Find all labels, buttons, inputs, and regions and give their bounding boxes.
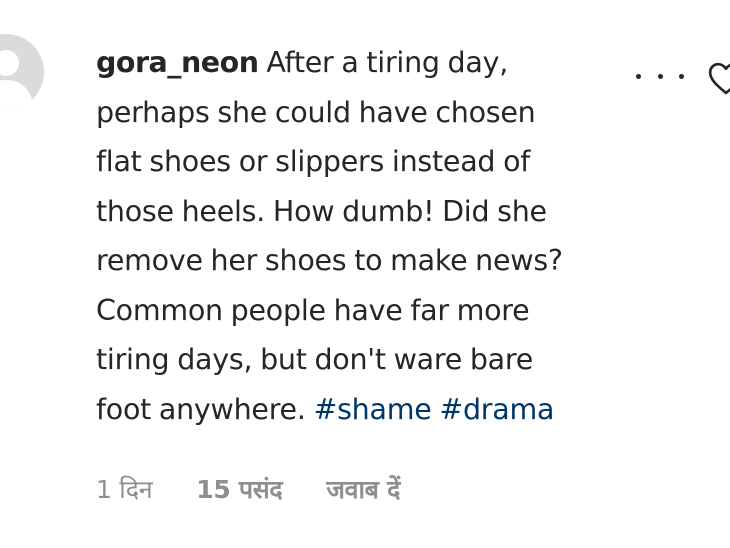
username-link[interactable]: gora_neon	[96, 46, 259, 79]
comment-line: those heels. How dumb! Did she	[96, 194, 547, 228]
hashtag-drama-link[interactable]: #drama	[439, 393, 554, 426]
comment-line: perhaps she could have chosen	[96, 95, 536, 129]
comment-body: gora_neon After a tiring day, perhaps sh…	[96, 38, 656, 434]
comment-line-text: After a tiring day,	[266, 46, 509, 79]
hashtag-shame-link[interactable]: #shame	[313, 393, 431, 426]
comment-line: tiring days, but don't ware bare	[96, 343, 534, 376]
comment-line: flat shoes or slippers instead of	[96, 145, 531, 178]
comment-line-text: foot anywhere.	[96, 392, 306, 426]
more-options-icon	[636, 73, 641, 79]
comment-meta: 1 दिन 15 पसंद जवाब दें	[96, 472, 400, 506]
comment-line: remove her shoes to make news?	[96, 244, 563, 277]
heart-outline-icon	[708, 62, 730, 95]
reply-button[interactable]: जवाब दें	[326, 472, 400, 506]
comment-line: gora_neon After a tiring day,	[96, 38, 656, 88]
more-options-icon	[657, 73, 663, 79]
timestamp[interactable]: 1 दिन	[96, 472, 153, 506]
avatar[interactable]	[0, 34, 44, 110]
comment-line: foot anywhere. #shame #drama	[96, 385, 656, 435]
default-avatar-icon	[0, 50, 34, 110]
likes-count-button[interactable]: 15 पसंद	[196, 472, 282, 506]
more-options-button[interactable]	[636, 62, 684, 90]
comment-line: Common people have far more	[96, 293, 530, 327]
more-options-icon	[679, 73, 684, 79]
comment-text: gora_neon After a tiring day, perhaps sh…	[96, 38, 656, 434]
like-button[interactable]	[706, 58, 730, 98]
